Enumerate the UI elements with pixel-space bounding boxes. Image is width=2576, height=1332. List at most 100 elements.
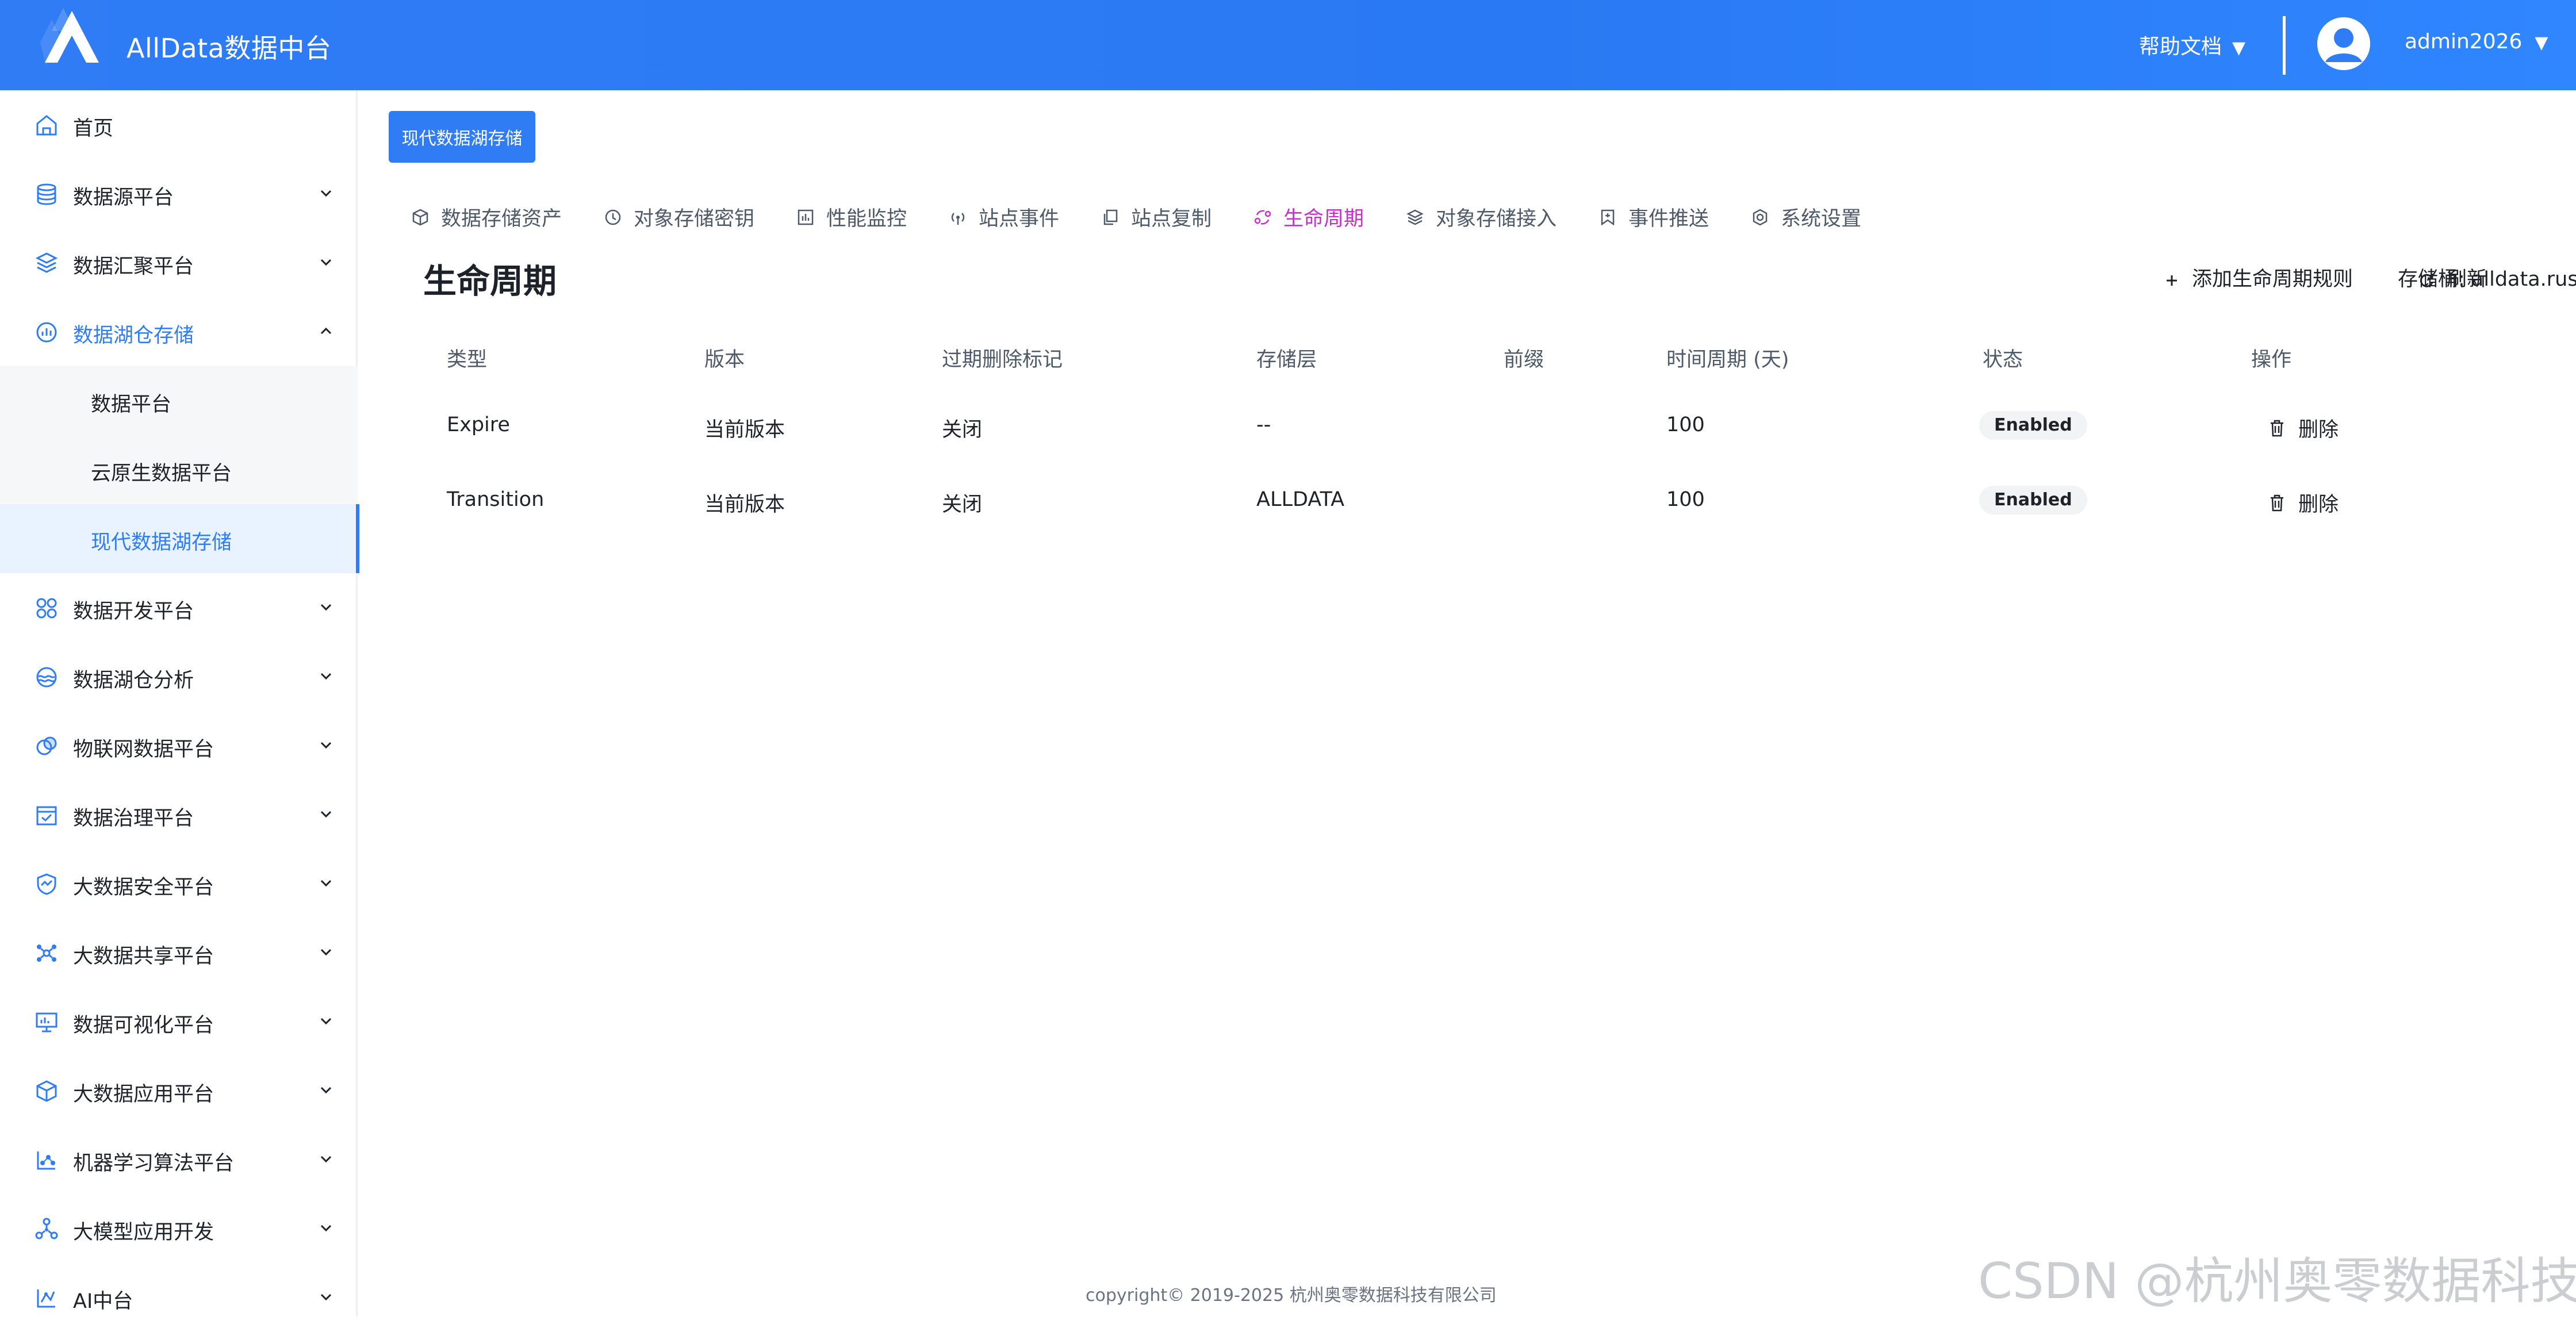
user-name-label: admin2026 — [2405, 30, 2523, 53]
avatar[interactable] — [2317, 17, 2370, 70]
sidebar-item-label: 物联网数据平台 — [73, 738, 214, 761]
sidebar-subitem-data-platform[interactable]: 数据平台 — [0, 366, 358, 435]
cell-version: 当前版本 — [704, 419, 785, 442]
sidebar-item-ml-platform[interactable]: 机器学习算法平台 — [0, 1125, 358, 1194]
chevron-down-icon — [320, 742, 332, 749]
column-header-expired-marker: 过期删除标记 — [942, 348, 1063, 371]
refresh-label: 刷新 — [2447, 268, 2487, 291]
delete-label: 删除 — [2298, 419, 2339, 442]
chevron-up-icon — [320, 327, 332, 335]
chart-circle-icon — [36, 322, 57, 343]
column-header-status: 状态 — [1983, 348, 2023, 371]
sidebar-item-label: 数据汇聚平台 — [73, 255, 194, 278]
database-icon — [37, 183, 56, 205]
calendar-check-icon — [36, 806, 57, 826]
sidebar-item-sharing-platform[interactable]: 大数据共享平台 — [0, 918, 358, 987]
key-icon — [605, 209, 621, 225]
box-icon — [36, 1080, 57, 1102]
chevron-down-icon — [320, 949, 332, 956]
cell-days: 100 — [1666, 488, 1705, 511]
sidebar-item-home[interactable]: 首页 — [0, 90, 358, 159]
sidebar-item-lakehouse-analysis[interactable]: 数据湖仓分析 — [0, 642, 358, 711]
bookmark-icon — [1601, 209, 1615, 226]
share-icon — [37, 945, 56, 962]
sidebar-subitem-cloud-native[interactable]: 云原生数据平台 — [0, 435, 358, 504]
table-row: Transition 当前版本 关闭 ALLDATA 100 Enabled 删… — [411, 471, 2504, 546]
chevron-down-icon — [320, 673, 332, 680]
nodes-icon — [35, 1218, 58, 1239]
status-badge: Enabled — [1979, 411, 2087, 440]
cell-type: Transition — [447, 488, 545, 511]
chevron-down-icon — [320, 259, 332, 266]
ml-icon — [37, 1151, 55, 1170]
column-header-days: 时间周期 (天) — [1666, 348, 1789, 371]
chevron-down-icon — [320, 1293, 332, 1301]
column-header-type: 类型 — [447, 348, 488, 371]
chevron-down-icon — [320, 1018, 332, 1025]
app-title: AllData数据中台 — [126, 33, 332, 64]
help-docs-dropdown[interactable]: 帮助文档 ▼ — [2139, 30, 2245, 60]
cell-version: 当前版本 — [704, 493, 785, 516]
lifecycle-icon — [1254, 210, 1271, 225]
cell-tier: -- — [1256, 413, 1271, 436]
home-icon — [36, 115, 57, 136]
tab-label: 站点事件 — [979, 208, 1060, 231]
chevron-down-icon — [320, 1087, 332, 1094]
sidebar-item-datasource[interactable]: 数据源平台 — [0, 159, 358, 228]
refresh-icon — [2420, 274, 2433, 287]
sidebar-subitem-label: 数据平台 — [91, 393, 172, 416]
sidebar-item-label: 大数据共享平台 — [73, 945, 214, 968]
tab-label: 系统设置 — [1781, 208, 1862, 231]
sidebar-item-lakehouse-storage[interactable]: 数据湖仓存储 — [0, 297, 358, 366]
shield-icon — [37, 873, 56, 895]
sidebar-item-label: AI中台 — [73, 1290, 133, 1313]
breadcrumb-button[interactable]: 现代数据湖存储 — [389, 111, 535, 163]
header-divider — [2283, 16, 2286, 75]
sidebar-item-ai-platform[interactable]: AI中台 — [0, 1263, 358, 1332]
sidebar-item-iot-platform[interactable]: 物联网数据平台 — [0, 711, 358, 780]
wave-icon — [36, 667, 57, 688]
chevron-down-icon — [320, 1156, 332, 1163]
sidebar: 首页 数据源平台 数据汇聚平台 数据湖仓存储 数据平台 云原生数据平台 现代数据… — [0, 90, 359, 1316]
sidebar-subitem-modern-lake-storage[interactable]: 现代数据湖存储 — [0, 504, 359, 573]
sidebar-item-llm-development[interactable]: 大模型应用开发 — [0, 1194, 358, 1263]
sidebar-item-label: 大数据安全平台 — [73, 876, 214, 899]
chevron-down-icon — [320, 880, 332, 887]
chevron-down-icon — [320, 190, 332, 197]
help-docs-label: 帮助文档 — [2139, 35, 2222, 59]
footer-copyright: copyright© 2019-2025 杭州奥零数据科技有限公司 — [1086, 1285, 1497, 1306]
settings-icon — [1753, 209, 1768, 226]
user-avatar-icon — [2317, 17, 2370, 70]
sidebar-item-visualization-platform[interactable]: 数据可视化平台 — [0, 987, 358, 1056]
sidebar-item-label: 数据湖仓分析 — [73, 669, 194, 692]
top-header: AllData数据中台 帮助文档 ▼ admin2026 ▼ — [0, 0, 2576, 90]
logo-area[interactable]: AllData数据中台 — [0, 0, 356, 90]
sidebar-subitem-label: 云原生数据平台 — [91, 462, 232, 485]
page-title: 生命周期 — [423, 262, 557, 301]
watermark: CSDN @杭州奥零数据科技 — [1978, 1253, 2576, 1310]
layers-icon — [1406, 209, 1424, 225]
sidebar-item-data-governance[interactable]: 数据治理平台 — [0, 780, 358, 849]
sidebar-item-data-integration[interactable]: 数据汇聚平台 — [0, 228, 358, 297]
sidebar-item-application-platform[interactable]: 大数据应用平台 — [0, 1056, 358, 1125]
chevron-down-icon — [320, 811, 332, 818]
trash-icon — [2271, 420, 2283, 437]
status-badge: Enabled — [1979, 486, 2087, 515]
user-menu-dropdown[interactable]: admin2026 ▼ — [2405, 30, 2548, 53]
column-header-tier: 存储层 — [1256, 348, 1317, 371]
sidebar-item-label: 数据可视化平台 — [73, 1014, 214, 1037]
monitor-icon — [36, 1012, 57, 1032]
sidebar-item-label: 数据治理平台 — [73, 807, 194, 830]
plus-icon — [2167, 275, 2177, 286]
column-header-actions: 操作 — [2251, 348, 2292, 371]
sidebar-item-label: 大模型应用开发 — [73, 1221, 214, 1244]
signal-icon — [951, 213, 965, 225]
cube-icon — [412, 209, 428, 226]
bar-chart-icon — [798, 209, 814, 225]
apps-icon — [36, 598, 57, 619]
column-header-prefix: 前缀 — [1504, 348, 1544, 371]
sidebar-item-data-development[interactable]: 数据开发平台 — [0, 573, 358, 642]
tab-label: 数据存储资产 — [441, 208, 562, 231]
sidebar-item-label: 大数据应用平台 — [73, 1083, 214, 1106]
sidebar-item-security-platform[interactable]: 大数据安全平台 — [0, 849, 358, 918]
